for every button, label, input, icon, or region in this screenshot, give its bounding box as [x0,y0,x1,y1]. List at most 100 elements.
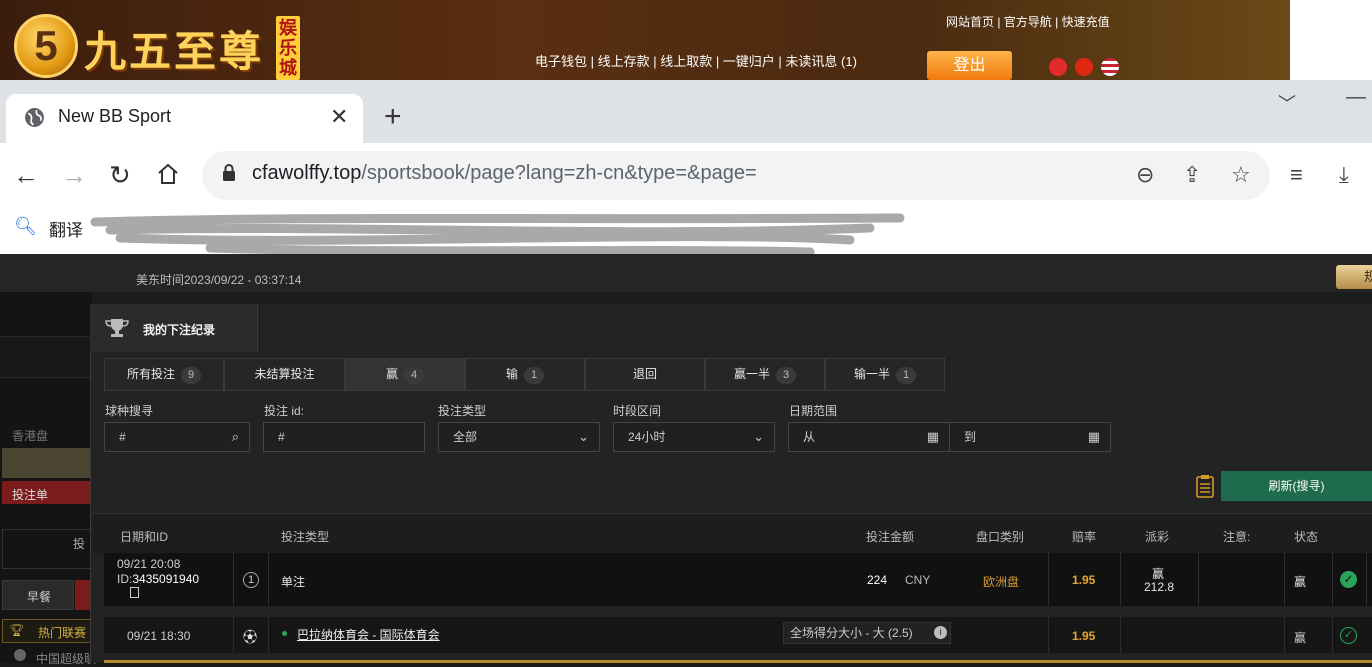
tab-count: 1 [524,367,544,384]
refresh-search-button[interactable]: 刷新(搜寻) [1221,471,1372,501]
tab-half-lose[interactable]: 输一半 1 [825,358,945,391]
chevron-down-icon: ⌄ [578,429,589,444]
search-icon[interactable]: 🔍︎ [14,216,37,237]
row1-currency: CNY [905,573,931,587]
logout-button[interactable]: 登出 [927,51,1012,80]
tab-lose[interactable]: 输1 [465,358,585,391]
hk-flag-icon[interactable] [1049,58,1067,76]
home-icon[interactable] [156,162,180,186]
copy-icon[interactable] [130,587,139,598]
row2-match-link[interactable]: 巴拉纳体育会 - 国际体育会 [297,626,440,643]
tab-count: 9 [181,367,201,384]
row2-status: 赢 [1294,631,1307,645]
sidebar-hk-odds[interactable]: 香港盘 [12,427,48,444]
date-to-input[interactable]: 到 ▦ [949,422,1111,452]
sidebar-odds-bar[interactable] [2,448,92,478]
lock-icon[interactable] [222,164,236,182]
divider [1120,553,1121,606]
sport-search-label: 球种搜寻 [105,404,154,418]
tab-label: 退回 [632,367,657,381]
tab-win[interactable]: 赢4 [345,358,465,391]
bet-id-input[interactable]: # [263,422,425,452]
top-links[interactable]: 网站首页 | 官方导航 | 快速充值 [946,13,1110,30]
bet-type-select[interactable]: 全部 ⌄ [438,422,600,452]
table-row[interactable] [104,617,1372,653]
bet-box-label: 投 [73,537,86,551]
col-market: 盘口类别 [976,530,1025,544]
close-icon[interactable]: ✕ [330,104,348,130]
logo-text: 九五至尊 [84,27,265,76]
globe-icon [25,108,44,127]
calendar-icon[interactable]: ▦ [927,423,939,451]
row2-odds: 1.95 [1072,629,1096,643]
col-notes: 注意: [1223,530,1251,544]
col-payout: 派彩 [1145,530,1170,544]
sport-search-input[interactable]: # ⌕ [104,422,250,452]
bet-slip-label: 投注单 [12,488,49,502]
clipboard-icon[interactable] [1196,474,1214,498]
status-dot [282,631,287,636]
us-flag-icon[interactable] [1101,58,1119,76]
back-icon[interactable]: ← [13,160,39,191]
url-path: /sportsbook/page?lang=zh-cn&type=&page= [361,162,757,184]
new-tab-icon[interactable]: + [384,100,402,134]
share-icon[interactable]: ⇪ [1183,162,1201,188]
soccer-ball-icon: ⚽︎ [243,629,257,645]
chevron-down-icon: ⌄ [753,429,764,444]
row1-payout: 212.8 [1144,580,1175,594]
rules-button[interactable]: 规 [1336,265,1372,289]
tab-label: 输一半 [853,367,890,381]
tab-label: 未结算投注 [254,367,315,381]
check-circle-icon: ✓ [1340,571,1357,588]
minimize-icon[interactable]: — [1346,86,1366,109]
zoom-out-icon[interactable]: ⊖ [1136,162,1154,188]
col-odds: 赔率 [1072,530,1097,544]
bet-count-badge: 1 [243,572,259,588]
search-icon[interactable]: ⌕ [232,423,239,451]
tab-unsettled[interactable]: 未结算投注 [224,358,345,391]
reload-icon[interactable]: ↻ [109,160,131,191]
bookmark-translate[interactable]: 翻译 [49,216,83,241]
row2-date: 09/21 18:30 [127,629,191,643]
divider [1048,617,1049,653]
wallet-links[interactable]: 电子钱包 | 线上存款 | 线上取款 | 一键归户 | 未读讯息 (1) [535,51,857,70]
eastern-time: 美东时间2023/09/22 - 03:37:14 [136,273,302,287]
tab-title: New BB Sport [58,106,172,126]
forward-icon[interactable]: → [61,160,87,191]
chevron-down-icon[interactable]: ﹀ [1278,90,1296,116]
info-icon[interactable]: i [934,626,947,639]
date-from-placeholder: 从 [803,430,816,444]
tab-label: 输 [505,367,518,381]
divider [1284,553,1285,606]
row1-status: 赢 [1294,575,1307,589]
cn-flag-icon[interactable] [1075,58,1093,76]
logo-badge: 娱乐城 [276,16,300,80]
calendar-icon[interactable]: ▦ [1088,423,1100,451]
row1-market: 欧洲盘 [983,575,1020,589]
tab-refund[interactable]: 退回 [585,358,705,391]
date-from-input[interactable]: 从 ▦ [788,422,950,452]
bet-type-label: 投注类型 [438,404,487,418]
trophy-icon [105,319,129,337]
tab-half-win[interactable]: 赢一半 3 [705,358,825,391]
divider [1366,553,1367,606]
period-select[interactable]: 24小时 ⌄ [613,422,775,452]
tab-count: 4 [404,367,424,384]
bet-id-placeholder: # [278,430,285,444]
divider [268,617,269,653]
media-queue-icon[interactable]: ≡ [1290,162,1303,188]
download-icon[interactable]: ⤓ [1339,162,1349,188]
col-date-id: 日期和ID [120,530,169,544]
period-value: 24小时 [628,430,666,444]
divider [1284,617,1285,653]
url-text[interactable]: cfawolffy.top/sportsbook/page?lang=zh-cn… [252,162,757,185]
row1-date: 09/21 20:08 [117,557,181,571]
check-outline-icon: ✓ [1340,627,1357,644]
divider [1332,553,1333,606]
col-amount: 投注金额 [866,530,915,544]
cn-super-label[interactable]: 中国超级联 [36,650,96,667]
row1-id-prefix: ID: [117,572,133,586]
tab-all[interactable]: 所有投注 9 [104,358,224,391]
divider [1120,617,1121,653]
star-icon[interactable]: ☆ [1231,162,1251,188]
